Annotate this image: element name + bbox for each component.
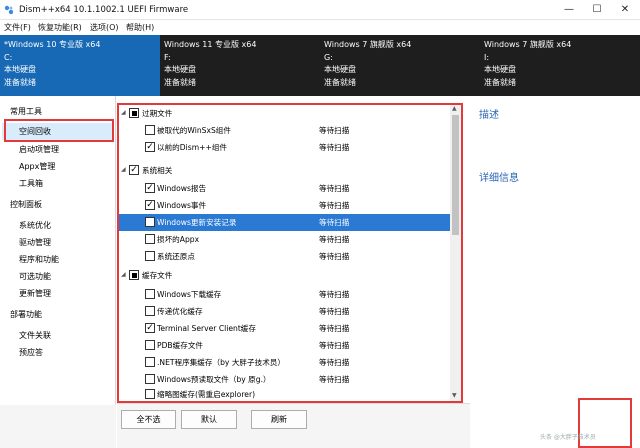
default-button[interactable]: 默认 — [181, 410, 237, 429]
menu-options[interactable]: 选项(O) — [90, 22, 119, 33]
system-status: 准备就绪 — [324, 77, 356, 87]
system-name: *Windows 10 专业版 x64 — [4, 40, 101, 49]
system-name: Windows 11 专业版 x64 — [164, 40, 257, 49]
sidebar-group-common-tools: 常用工具 — [10, 107, 42, 116]
system-status: 准备就绪 — [164, 77, 196, 87]
system-status: 准备就绪 — [484, 77, 516, 87]
system-status: 准备就绪 — [4, 77, 36, 87]
annotation-box-sidebar — [4, 119, 114, 142]
sidebar-group-control-panel: 控制面板 — [10, 200, 42, 209]
system-name: Windows 7 旗舰版 x64 — [324, 40, 412, 49]
menu-bar: 文件(F) 恢复功能(R) 选项(O) 帮助(H) — [0, 20, 640, 35]
sidebar-item-optimize[interactable]: 系统优化 — [19, 220, 51, 231]
sidebar-item-drivers[interactable]: 驱动管理 — [19, 237, 51, 248]
window-title: Dism++x64 10.1.1002.1 UEFI Firmware — [19, 5, 189, 15]
system-drive: I: — [484, 52, 490, 62]
details-heading: 详细信息 — [479, 173, 519, 184]
menu-file[interactable]: 文件(F) — [4, 22, 31, 33]
sidebar-group-deploy: 部署功能 — [10, 310, 42, 319]
details-panel: 描述 详细信息 — [470, 96, 640, 448]
sidebar-item-toolbox[interactable]: 工具箱 — [19, 178, 43, 189]
sidebar-item-features[interactable]: 可选功能 — [19, 271, 51, 282]
system-name: Windows 7 旗舰版 x64 — [484, 40, 572, 49]
maximize-button[interactable]: ☐ — [583, 0, 611, 20]
system-drive: C: — [4, 52, 13, 62]
minimize-button[interactable]: — — [555, 0, 583, 20]
annotation-box-list — [117, 103, 463, 403]
sidebar-item-appx[interactable]: Appx管理 — [19, 161, 55, 172]
refresh-button[interactable]: 刷新 — [251, 410, 307, 429]
sidebar-item-programs[interactable]: 程序和功能 — [19, 254, 59, 265]
system-drive: G: — [324, 52, 333, 62]
watermark: 头条 @大胖子技术员 — [540, 434, 596, 441]
system-selector: *Windows 10 专业版 x64 C: 本地硬盘 准备就绪 Windows… — [0, 35, 640, 96]
system-disk: 本地硬盘 — [484, 65, 516, 74]
system-disk: 本地硬盘 — [164, 65, 196, 74]
system-tab-4[interactable]: Windows 7 旗舰版 x64 I: 本地硬盘 准备就绪 — [480, 35, 640, 96]
system-tab-2[interactable]: Windows 11 专业版 x64 F: 本地硬盘 准备就绪 — [160, 35, 320, 96]
system-tab-1[interactable]: *Windows 10 专业版 x64 C: 本地硬盘 准备就绪 — [0, 35, 160, 96]
system-tab-3[interactable]: Windows 7 旗舰版 x64 G: 本地硬盘 准备就绪 — [320, 35, 480, 96]
select-none-button[interactable]: 全不选 — [121, 410, 176, 429]
sidebar-item-unattend[interactable]: 预应答 — [19, 347, 43, 358]
title-bar: Dism++x64 10.1.1002.1 UEFI Firmware — ☐ … — [0, 0, 640, 20]
system-disk: 本地硬盘 — [324, 65, 356, 74]
sidebar-item-updates[interactable]: 更新管理 — [19, 288, 51, 299]
action-bar: 全不选 默认 刷新 — [117, 403, 470, 448]
sidebar-item-file-assoc[interactable]: 文件关联 — [19, 330, 51, 341]
close-button[interactable]: ✕ — [611, 0, 639, 20]
sidebar-footer — [0, 405, 116, 448]
menu-restore[interactable]: 恢复功能(R) — [38, 22, 82, 33]
system-drive: F: — [164, 52, 171, 62]
system-disk: 本地硬盘 — [4, 65, 36, 74]
menu-help[interactable]: 帮助(H) — [126, 22, 154, 33]
app-logo-icon — [4, 5, 14, 15]
describe-heading: 描述 — [479, 110, 499, 121]
sidebar-nav: 常用工具 空间回收 启动项管理 Appx管理 工具箱 控制面板 系统优化 驱动管… — [0, 96, 116, 405]
sidebar-item-startup[interactable]: 启动项管理 — [19, 144, 59, 155]
